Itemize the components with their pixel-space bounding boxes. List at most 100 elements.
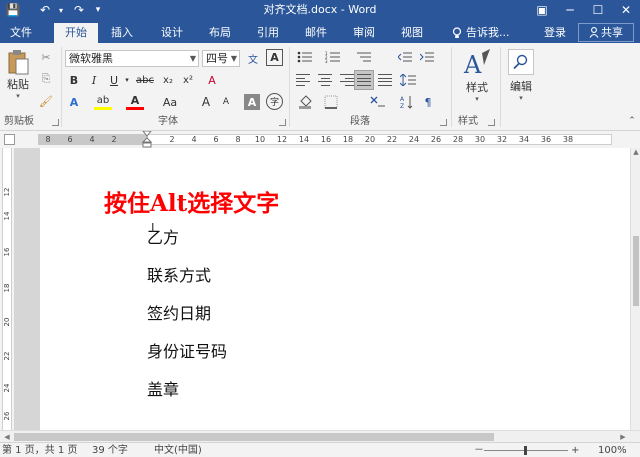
- page-count[interactable]: 第 1 页，共 1 页: [2, 444, 77, 457]
- undo-icon[interactable]: ↶: [36, 0, 54, 20]
- styles-launcher[interactable]: [488, 119, 495, 126]
- underline-dropdown-icon[interactable]: ▾: [123, 72, 131, 88]
- distributed-icon[interactable]: [376, 72, 394, 88]
- save-icon[interactable]: 💾: [4, 0, 22, 20]
- horizontal-scrollbar[interactable]: ◀ ▶: [0, 430, 640, 442]
- change-case-icon[interactable]: Aa: [158, 94, 182, 110]
- redo-icon[interactable]: ↷: [70, 0, 88, 20]
- zoom-level[interactable]: 100%: [598, 444, 627, 457]
- zoom-slider-knob[interactable]: [524, 446, 527, 455]
- font-color-icon[interactable]: A: [126, 94, 144, 110]
- show-marks-icon[interactable]: ¶: [420, 94, 436, 110]
- document-line[interactable]: 盖章: [147, 376, 179, 400]
- shrink-font-icon[interactable]: A: [218, 94, 234, 110]
- sign-in-link[interactable]: 登录: [544, 23, 566, 43]
- document-line[interactable]: 签约日期: [147, 300, 211, 324]
- text-cursor-icon: I: [151, 221, 155, 235]
- styles-label: 样式: [466, 81, 488, 94]
- ruler-number: 4: [191, 135, 197, 144]
- tell-me-box[interactable]: 告诉我...: [452, 23, 510, 43]
- zoom-in-button[interactable]: +: [571, 444, 579, 457]
- close-icon[interactable]: ✕: [612, 0, 640, 20]
- styles-button[interactable]: A 样式 ▾: [458, 49, 496, 103]
- clipboard-launcher[interactable]: [52, 119, 59, 126]
- vertical-ruler: 12 14 16 18 20 22 24 26: [0, 148, 14, 430]
- phonetic-guide-icon[interactable]: 文: [244, 50, 262, 66]
- ruler-number: 36: [540, 135, 552, 144]
- indent-marker[interactable]: [142, 131, 152, 148]
- ruler-number: 34: [518, 135, 530, 144]
- cut-icon[interactable]: ✂: [38, 49, 54, 65]
- ribbon-display-options-icon[interactable]: ▣: [528, 0, 556, 20]
- customize-quick-access-icon[interactable]: ▾: [92, 0, 104, 20]
- grow-font-icon[interactable]: A: [198, 94, 214, 110]
- document-line[interactable]: 联系方式: [147, 262, 211, 286]
- borders-icon[interactable]: [322, 94, 340, 110]
- share-button[interactable]: 共享: [578, 23, 634, 42]
- restore-icon[interactable]: ☐: [584, 0, 612, 20]
- word-count[interactable]: 39 个字: [92, 444, 128, 457]
- justify-icon[interactable]: [354, 70, 374, 90]
- minimize-icon[interactable]: ─: [556, 0, 584, 20]
- scrollbar-thumb[interactable]: [633, 236, 639, 306]
- tab-view[interactable]: 视图: [394, 23, 430, 43]
- editing-label: 编辑: [510, 80, 532, 93]
- font-launcher[interactable]: [279, 119, 286, 126]
- chevron-down-icon: ▼: [230, 54, 237, 63]
- align-left-icon[interactable]: [294, 72, 312, 88]
- decrease-indent-icon[interactable]: [396, 49, 414, 65]
- numbering-icon[interactable]: 123: [322, 49, 344, 65]
- tab-insert[interactable]: 插入: [104, 23, 140, 43]
- ruler-number: 14: [3, 211, 11, 221]
- increase-indent-icon[interactable]: [418, 49, 436, 65]
- paragraph-launcher[interactable]: [440, 119, 447, 126]
- underline-button[interactable]: U: [106, 72, 122, 88]
- language-indicator[interactable]: 中文(中国): [154, 444, 202, 457]
- font-name-combo[interactable]: 微软雅黑 ▼: [65, 50, 199, 67]
- scroll-up-icon[interactable]: ▲: [631, 148, 640, 158]
- shading-icon[interactable]: [296, 94, 314, 110]
- format-painter-icon[interactable]: 🖌: [38, 93, 54, 109]
- bold-button[interactable]: B: [66, 72, 82, 88]
- tab-layout[interactable]: 布局: [202, 23, 238, 43]
- multilevel-list-icon[interactable]: [352, 49, 376, 65]
- vertical-scrollbar[interactable]: ▲: [630, 148, 640, 430]
- tab-design[interactable]: 设计: [154, 23, 190, 43]
- align-center-icon[interactable]: [316, 72, 334, 88]
- font-size-combo[interactable]: 四号 ▼: [202, 50, 240, 67]
- styles-dropdown-icon: ▾: [475, 95, 479, 103]
- paste-button[interactable]: 粘贴 ▾: [4, 49, 32, 100]
- undo-dropdown-icon[interactable]: ▾: [56, 0, 66, 20]
- document-line[interactable]: 身份证号码: [147, 338, 227, 362]
- line-spacing-icon[interactable]: [398, 72, 418, 88]
- text-effects-icon[interactable]: A: [66, 94, 82, 110]
- ruler-number: 6: [213, 135, 219, 144]
- character-shading-icon[interactable]: A: [244, 94, 260, 110]
- styles-group-label: 样式: [458, 116, 478, 127]
- chinese-layout-icon[interactable]: [366, 94, 388, 110]
- copy-icon[interactable]: ⎘: [38, 71, 54, 87]
- zoom-out-button[interactable]: －: [474, 444, 484, 457]
- clear-formatting-icon[interactable]: A: [204, 72, 220, 88]
- ruler-number: 38: [562, 135, 574, 144]
- superscript-button[interactable]: x²: [180, 72, 196, 88]
- clipboard-group-label: 剪贴板: [4, 116, 34, 127]
- document-heading[interactable]: 按住Alt选择文字: [104, 184, 279, 218]
- character-border-icon[interactable]: A: [266, 49, 283, 66]
- italic-button[interactable]: I: [86, 72, 102, 88]
- enclose-characters-icon[interactable]: 字: [266, 93, 283, 110]
- tab-mailings[interactable]: 邮件: [298, 23, 334, 43]
- subscript-button[interactable]: x₂: [160, 72, 176, 88]
- tab-references[interactable]: 引用: [250, 23, 286, 43]
- tab-review[interactable]: 审阅: [346, 23, 382, 43]
- strikethrough-button[interactable]: abc: [134, 72, 156, 88]
- tab-file[interactable]: 文件: [4, 23, 38, 43]
- editing-button[interactable]: 编辑 ▾: [506, 49, 536, 102]
- scrollbar-thumb[interactable]: [14, 433, 494, 441]
- tab-selector[interactable]: [4, 134, 15, 145]
- collapse-ribbon-icon[interactable]: ⌃: [626, 113, 638, 129]
- sort-icon[interactable]: AZ: [398, 94, 416, 110]
- highlight-color-icon[interactable]: ab: [94, 94, 112, 110]
- tab-home[interactable]: 开始: [54, 23, 98, 43]
- bullets-icon[interactable]: [294, 49, 316, 65]
